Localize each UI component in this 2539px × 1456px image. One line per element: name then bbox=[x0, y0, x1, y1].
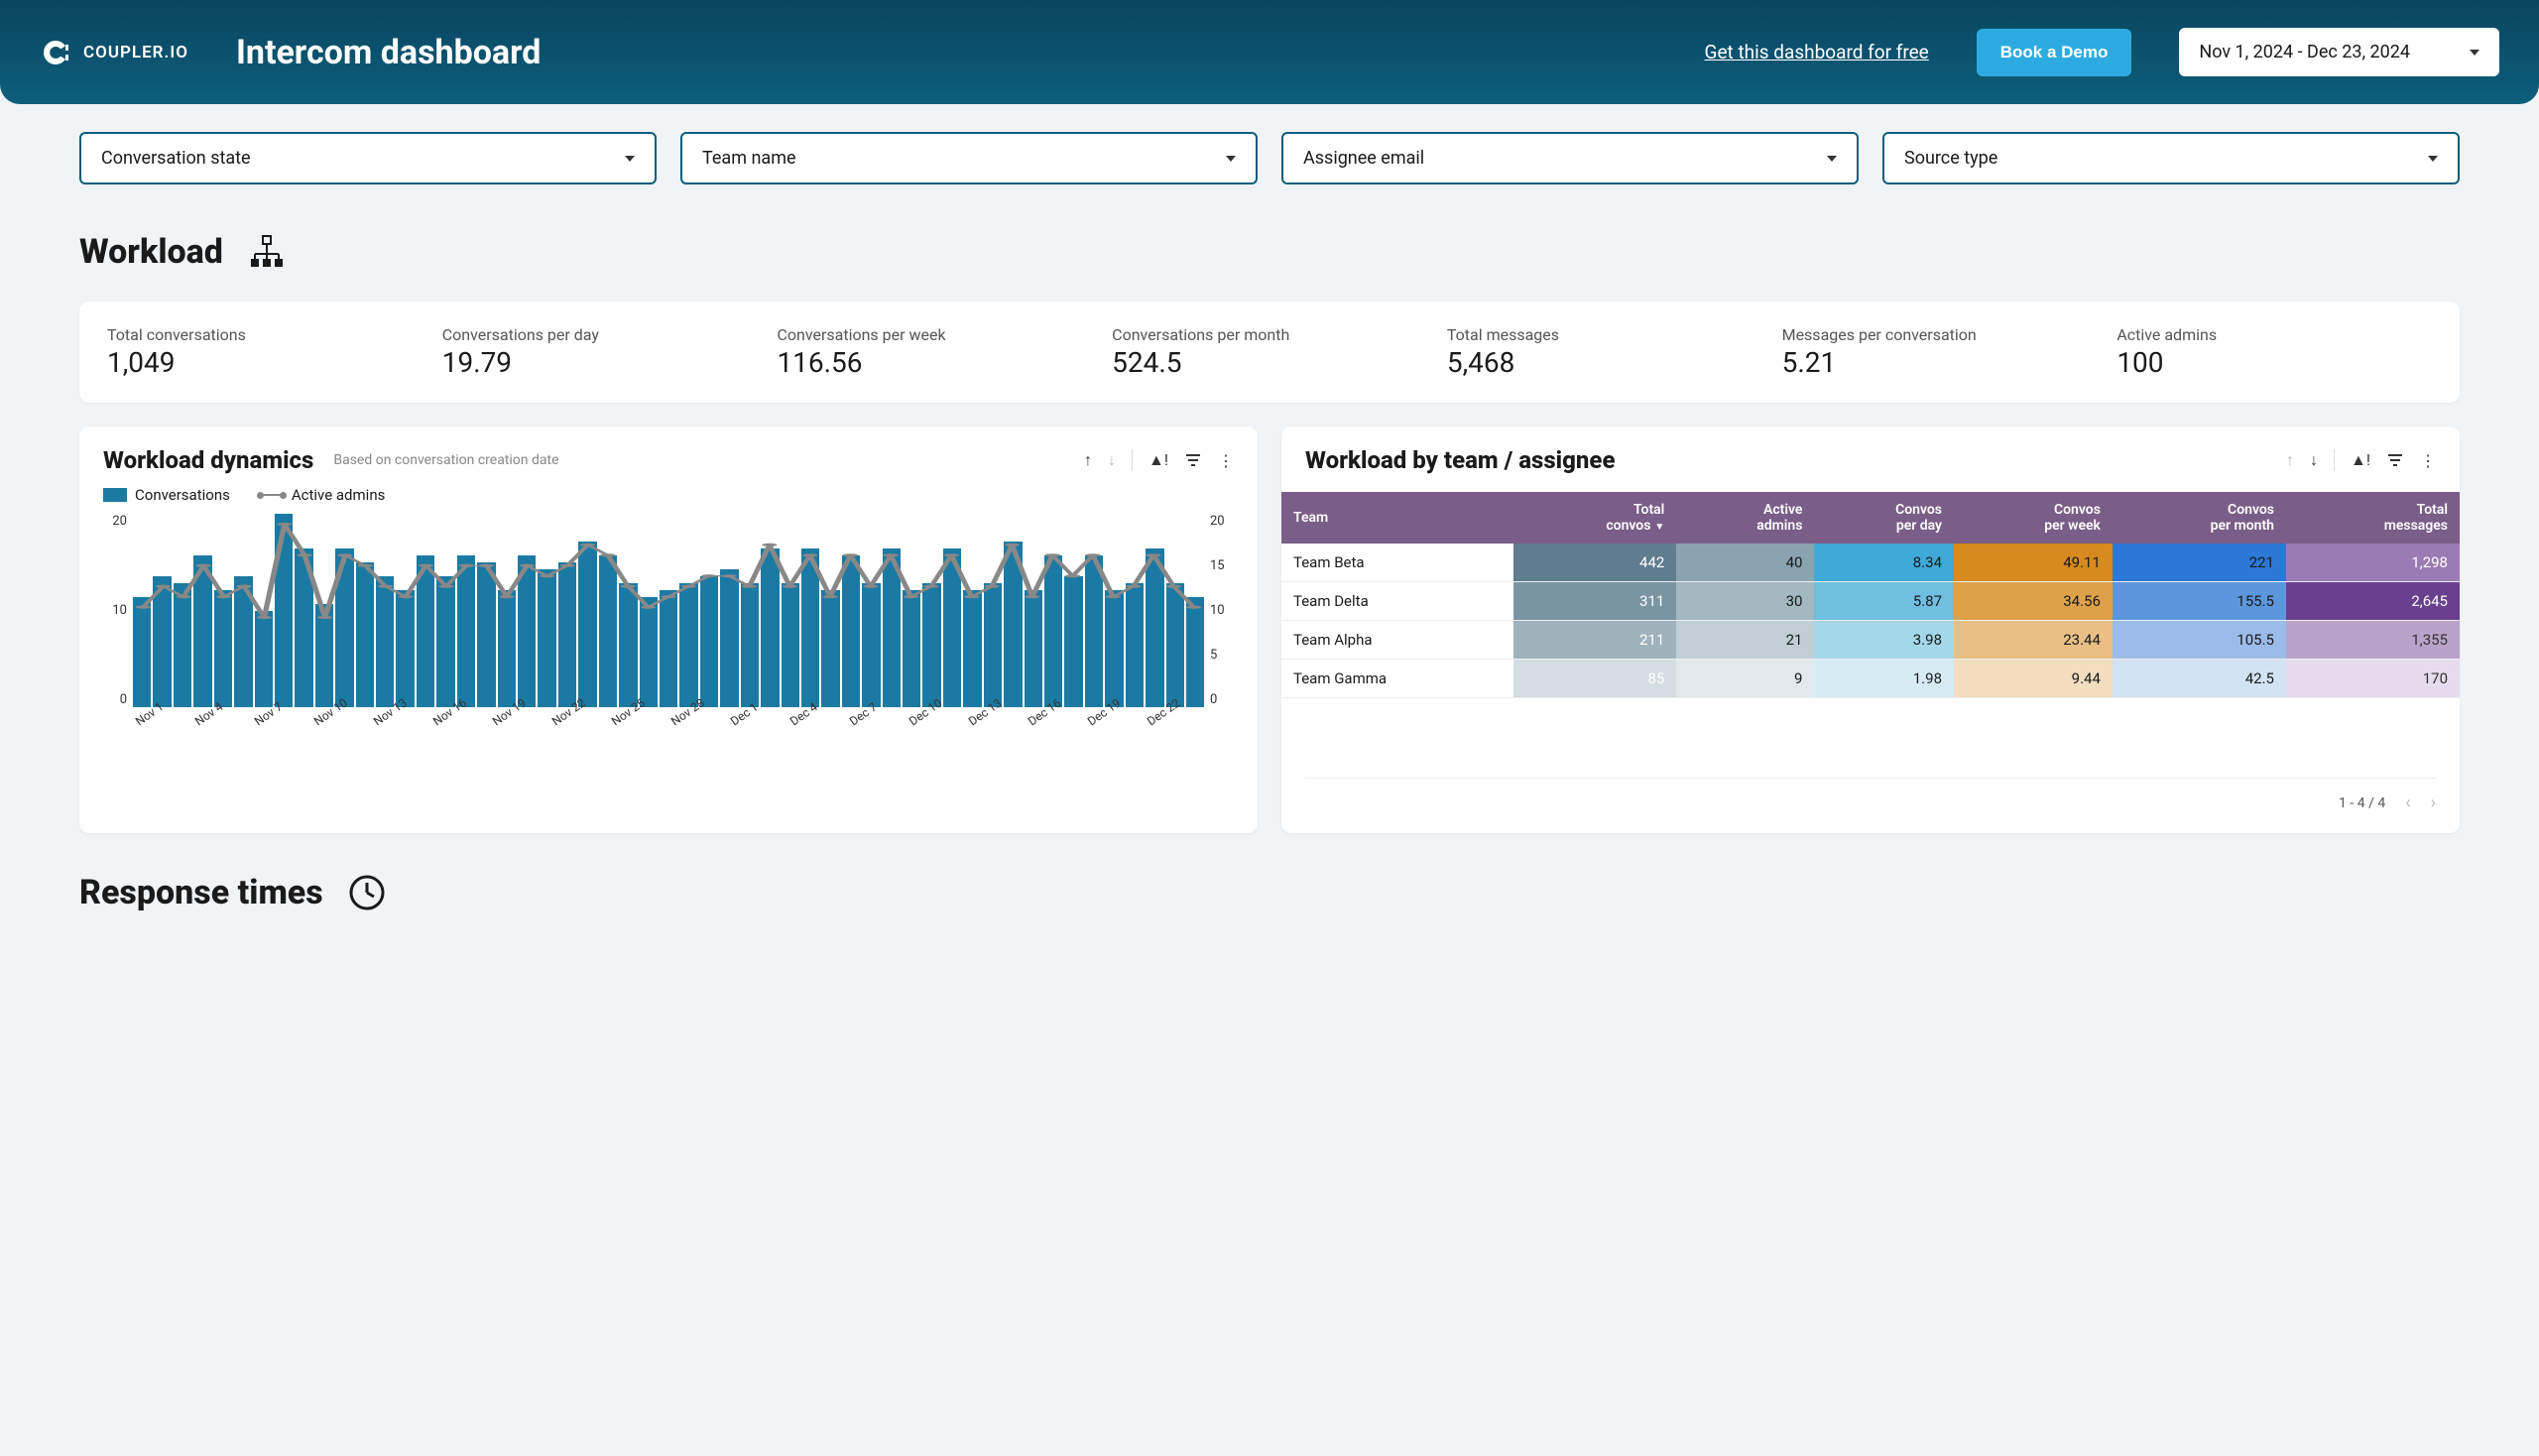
kpi-label: Conversations per week bbox=[777, 325, 1092, 344]
kpi-value: 5.21 bbox=[1782, 346, 2098, 379]
table-header[interactable]: Totalmessages bbox=[2286, 492, 2460, 544]
chevron-down-icon bbox=[2470, 50, 2479, 56]
team-table: TeamTotalconvos▼ActiveadminsConvosper da… bbox=[1281, 492, 2460, 698]
workload-by-team-panel: Workload by team / assignee ↑ ↓ ▲! ⋮ Tea… bbox=[1281, 426, 2460, 833]
kpi-label: Conversations per month bbox=[1112, 325, 1427, 344]
table-header[interactable]: Activeadmins bbox=[1676, 492, 1814, 544]
table-header[interactable]: Convosper month bbox=[2113, 492, 2286, 544]
table-header[interactable]: Totalconvos▼ bbox=[1513, 492, 1676, 544]
kpi-card: Conversations per month 524.5 bbox=[1112, 325, 1427, 379]
kpi-label: Active admins bbox=[2116, 325, 2432, 344]
kpi-card: Conversations per day 19.79 bbox=[442, 325, 758, 379]
warning-icon[interactable]: ▲! bbox=[2351, 450, 2370, 470]
coupler-icon bbox=[40, 37, 71, 68]
chevron-down-icon bbox=[1226, 156, 1236, 162]
table-header[interactable]: Convosper day bbox=[1814, 492, 1954, 544]
more-icon[interactable]: ⋮ bbox=[2420, 451, 2436, 470]
kpi-row: Total conversations 1,049 Conversations pe… bbox=[79, 302, 2460, 403]
workload-dynamics-chart: 20100 Nov 1Nov 4Nov 7Nov 10Nov 13Nov 16N… bbox=[103, 514, 1234, 742]
chevron-down-icon bbox=[1827, 156, 1837, 162]
kpi-label: Total conversations bbox=[107, 325, 423, 344]
date-range-picker[interactable]: Nov 1, 2024 - Dec 23, 2024 bbox=[2179, 28, 2499, 76]
header: COUPLER.IO Intercom dashboard Get this d… bbox=[0, 0, 2539, 104]
page-title: Intercom dashboard bbox=[236, 33, 541, 72]
arrow-up-icon[interactable]: ↑ bbox=[1084, 450, 1092, 470]
table-pagination: 1 - 4 / 4 ‹ › bbox=[1305, 778, 2436, 813]
kpi-card: Total conversations 1,049 bbox=[107, 325, 423, 379]
kpi-value: 19.79 bbox=[442, 346, 758, 379]
clock-icon bbox=[347, 873, 387, 912]
filter-icon[interactable] bbox=[1184, 451, 1202, 469]
table-header[interactable]: Team bbox=[1281, 492, 1513, 544]
chevron-down-icon bbox=[625, 156, 635, 162]
workload-section: Workload Total conversations 1,049 Convers… bbox=[0, 232, 2539, 833]
table-row: Team Alpha 211 21 3.98 23.44 105.5 1,355 bbox=[1281, 621, 2460, 660]
page-next[interactable]: › bbox=[2431, 792, 2436, 813]
workload-dynamics-panel: Workload dynamics Based on conversation … bbox=[79, 426, 1258, 833]
dynamics-subtitle: Based on conversation creation date bbox=[333, 451, 558, 469]
kpi-value: 1,049 bbox=[107, 346, 423, 379]
kpi-card: Active admins 100 bbox=[2116, 325, 2432, 379]
filter-assignee-email[interactable]: Assignee email bbox=[1281, 132, 1859, 184]
dynamics-title: Workload dynamics bbox=[103, 446, 313, 474]
page-range: 1 - 4 / 4 bbox=[2339, 795, 2385, 811]
filter-row: Conversation state Team name Assignee em… bbox=[0, 104, 2539, 212]
arrow-down-icon[interactable]: ↓ bbox=[2310, 450, 2318, 470]
warning-icon[interactable]: ▲! bbox=[1149, 450, 1168, 470]
kpi-value: 5,468 bbox=[1447, 346, 1762, 379]
kpi-card: Total messages 5,468 bbox=[1447, 325, 1762, 379]
filter-team-name[interactable]: Team name bbox=[680, 132, 1258, 184]
kpi-card: Messages per conversation 5.21 bbox=[1782, 325, 2098, 379]
more-icon[interactable]: ⋮ bbox=[1218, 451, 1234, 470]
table-row: Team Delta 311 30 5.87 34.56 155.5 2,645 bbox=[1281, 582, 2460, 621]
table-header[interactable]: Convosper week bbox=[1954, 492, 2113, 544]
page-prev[interactable]: ‹ bbox=[2405, 792, 2410, 813]
kpi-label: Total messages bbox=[1447, 325, 1762, 344]
legend-active-admins: Active admins bbox=[260, 486, 385, 504]
filter-icon[interactable] bbox=[2386, 451, 2404, 469]
table-row: Team Beta 442 40 8.34 49.11 221 1,298 bbox=[1281, 544, 2460, 582]
kpi-label: Conversations per day bbox=[442, 325, 758, 344]
get-dashboard-link[interactable]: Get this dashboard for free bbox=[1705, 41, 1929, 63]
kpi-value: 524.5 bbox=[1112, 346, 1427, 379]
filter-source-type[interactable]: Source type bbox=[1882, 132, 2460, 184]
date-range-label: Nov 1, 2024 - Dec 23, 2024 bbox=[2199, 42, 2410, 62]
kpi-label: Messages per conversation bbox=[1782, 325, 2098, 344]
by-team-title: Workload by team / assignee bbox=[1305, 446, 1615, 474]
arrow-up-icon[interactable]: ↑ bbox=[2286, 450, 2294, 470]
kpi-card: Conversations per week 116.56 bbox=[777, 325, 1092, 379]
legend-conversations: Conversations bbox=[103, 486, 230, 504]
arrow-down-icon[interactable]: ↓ bbox=[1108, 450, 1116, 470]
table-row: Team Gamma 85 9 1.98 9.44 42.5 170 bbox=[1281, 660, 2460, 698]
brand-logo[interactable]: COUPLER.IO bbox=[40, 37, 188, 68]
org-chart-icon bbox=[247, 232, 287, 272]
filter-conversation-state[interactable]: Conversation state bbox=[79, 132, 657, 184]
workload-title: Workload bbox=[79, 232, 223, 272]
kpi-value: 116.56 bbox=[777, 346, 1092, 379]
kpi-value: 100 bbox=[2116, 346, 2432, 379]
chevron-down-icon bbox=[2428, 156, 2438, 162]
brand-text: COUPLER.IO bbox=[83, 43, 188, 62]
response-times-section: Response times bbox=[0, 833, 2539, 952]
book-demo-button[interactable]: Book a Demo bbox=[1977, 29, 2132, 76]
response-title: Response times bbox=[79, 873, 323, 912]
